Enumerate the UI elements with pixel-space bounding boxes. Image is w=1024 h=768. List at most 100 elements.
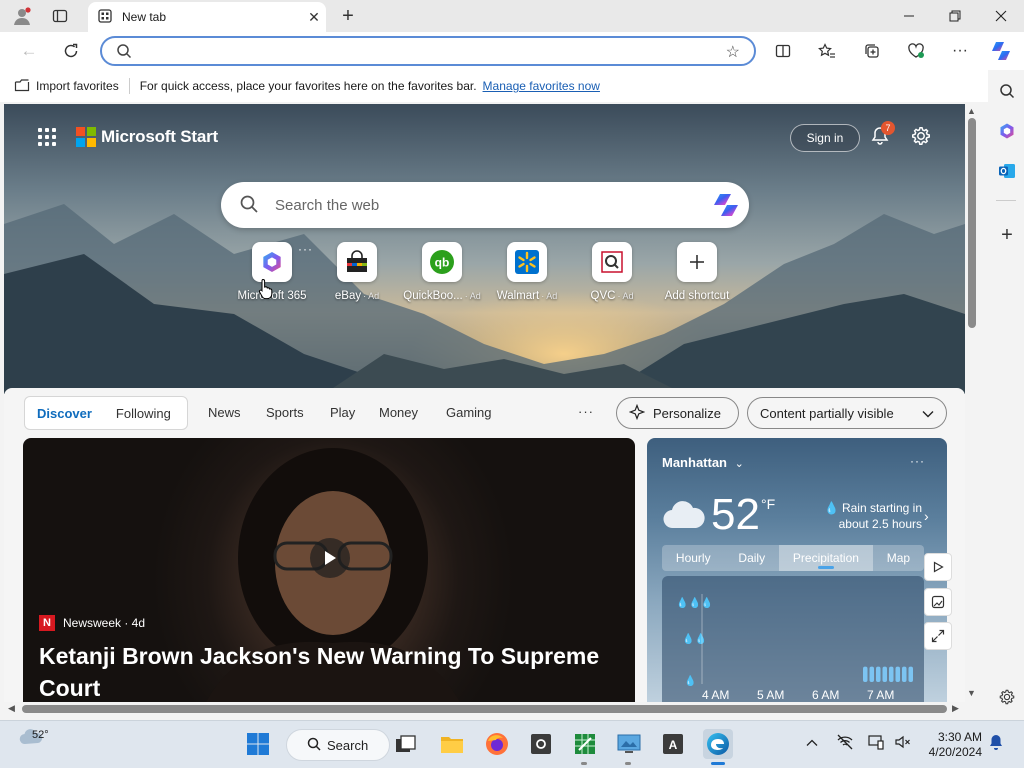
map-layer-icon[interactable] (924, 588, 952, 616)
notification-count-badge: 7 (881, 121, 895, 135)
back-button[interactable]: ← (18, 40, 40, 62)
copilot-icon[interactable] (711, 190, 741, 220)
remote-desktop-icon[interactable] (616, 731, 642, 757)
notification-bell-icon[interactable] (988, 734, 1004, 755)
close-window-button[interactable] (978, 0, 1024, 32)
nav-money[interactable]: Money (379, 405, 418, 420)
profile-icon[interactable] (12, 6, 32, 26)
tab-new-tab[interactable]: New tab ✕ (88, 2, 326, 32)
microsoft-365-icon[interactable] (996, 120, 1018, 142)
scroll-up-arrow-icon[interactable]: ▲ (967, 106, 976, 116)
office-app-icon[interactable] (528, 731, 554, 757)
device-icon[interactable] (867, 733, 885, 754)
quickbooks-icon: qb (422, 242, 462, 282)
more-nav-icon[interactable]: ··· (578, 404, 594, 419)
add-shortcut-button[interactable]: Add shortcut (650, 242, 744, 302)
newsweek-logo-icon: N (39, 615, 55, 631)
edge-browser-icon[interactable] (703, 729, 733, 759)
chevron-right-icon[interactable]: › (924, 508, 929, 524)
nav-news[interactable]: News (208, 405, 241, 420)
favorites-icon[interactable] (816, 40, 838, 62)
horizontal-scroll-thumb[interactable] (22, 705, 947, 713)
expand-icon[interactable] (924, 622, 952, 650)
page-settings-gear-icon[interactable] (910, 125, 932, 153)
sidebar-settings-gear-icon[interactable] (996, 686, 1018, 708)
taskbar-weather-widget[interactable]: 52° (18, 729, 49, 750)
refresh-button[interactable] (60, 40, 82, 62)
news-card[interactable]: N Newsweek · 4d Ketanji Brown Jackson's … (23, 438, 635, 702)
notifications-button[interactable]: 7 (870, 121, 895, 148)
search-icon (116, 43, 132, 64)
copilot-icon[interactable] (990, 40, 1012, 62)
personalize-button[interactable]: Personalize (616, 397, 739, 429)
web-search-input[interactable] (275, 194, 675, 216)
shortcut-qvc[interactable]: QVC · Ad (565, 242, 659, 302)
sidebar-search-icon[interactable] (996, 80, 1018, 102)
show-hidden-icons-chevron-up-icon[interactable] (806, 735, 818, 750)
weather-location[interactable]: Manhattan ⌄ (662, 455, 744, 470)
scroll-right-arrow-icon[interactable]: ▶ (952, 703, 959, 714)
close-tab-icon[interactable]: ✕ (302, 9, 326, 26)
browser-essentials-icon[interactable] (905, 40, 927, 62)
weather-more-options-icon[interactable]: ··· (910, 454, 925, 468)
import-favorites-button[interactable]: Import favorites (14, 78, 119, 95)
vertical-scrollbar[interactable]: ▲ ▼ (965, 104, 979, 702)
shortcut-walmart[interactable]: Walmart · Ad (480, 242, 574, 302)
rain-forecast[interactable]: 💧 Rain starting in about 2.5 hours (812, 500, 922, 532)
manage-favorites-link[interactable]: Manage favorites now (483, 79, 600, 93)
import-icon (14, 78, 30, 95)
spreadsheet-app-icon[interactable] (572, 731, 598, 757)
cloud-icon (661, 500, 707, 535)
shortcut-ebay[interactable]: eBay · Ad (310, 242, 404, 302)
volume-muted-icon[interactable] (894, 733, 912, 754)
tab-following[interactable]: Following (104, 406, 183, 421)
scroll-left-arrow-icon[interactable]: ◀ (8, 703, 15, 714)
add-sidebar-app-button[interactable]: + (996, 224, 1018, 246)
network-disconnected-icon[interactable] (836, 733, 854, 754)
windows-start-icon[interactable] (245, 731, 271, 757)
tab-precipitation[interactable]: Precipitation (778, 545, 873, 571)
scroll-down-arrow-icon[interactable]: ▼ (967, 688, 976, 698)
news-headline[interactable]: Ketanji Brown Jackson's New Warning To S… (39, 640, 619, 702)
ad-label: · Ad (541, 291, 558, 301)
new-tab-button[interactable]: + (338, 5, 358, 27)
tab-daily[interactable]: Daily (725, 545, 779, 571)
taskbar-clock[interactable]: 3:30 AM 4/20/2024 (920, 730, 982, 760)
taskbar-search-box[interactable]: Search (286, 729, 390, 761)
minimize-button[interactable] (886, 0, 932, 32)
taskbar-weather-temp: 52° (32, 729, 49, 741)
play-animation-icon[interactable] (924, 553, 952, 581)
app-launcher-icon[interactable] (38, 128, 56, 146)
favorites-bar: Import favorites For quick access, place… (0, 70, 1024, 102)
outlook-icon[interactable] (996, 160, 1018, 182)
nav-sports[interactable]: Sports (266, 405, 304, 420)
tab-discover[interactable]: Discover (25, 406, 104, 421)
settings-more-icon[interactable]: ··· (949, 40, 971, 62)
collections-icon[interactable] (861, 40, 883, 62)
address-bar[interactable]: ☆ (100, 36, 756, 66)
precipitation-bar (869, 666, 874, 682)
content-visibility-dropdown[interactable]: Content partially visible (747, 397, 947, 429)
file-explorer-icon[interactable] (439, 731, 465, 757)
brand-name[interactable]: Microsoft Start (101, 127, 218, 147)
running-indicator (581, 762, 587, 765)
add-favorite-star-icon[interactable]: ☆ (726, 42, 740, 62)
tab-hourly[interactable]: Hourly (662, 545, 725, 571)
firefox-icon[interactable] (484, 731, 510, 757)
restore-button[interactable] (932, 0, 978, 32)
sparkle-icon (628, 403, 646, 423)
text-app-icon[interactable]: A (660, 731, 686, 757)
task-view-icon[interactable] (393, 731, 419, 757)
horizontal-scrollbar[interactable]: ◀ ▶ (4, 702, 965, 716)
play-video-icon[interactable] (310, 538, 350, 578)
sign-in-button[interactable]: Sign in (790, 124, 860, 152)
split-screen-icon[interactable] (772, 40, 794, 62)
vertical-scroll-thumb[interactable] (968, 118, 976, 328)
tab-map[interactable]: Map (873, 545, 924, 571)
ad-label: · Ad (617, 291, 634, 301)
nav-gaming[interactable]: Gaming (446, 405, 492, 420)
nav-play[interactable]: Play (330, 405, 355, 420)
web-search-box[interactable] (221, 182, 749, 228)
shortcut-quickbooks[interactable]: qb QuickBoo... · Ad (395, 242, 489, 302)
tab-actions-icon[interactable] (50, 6, 70, 26)
